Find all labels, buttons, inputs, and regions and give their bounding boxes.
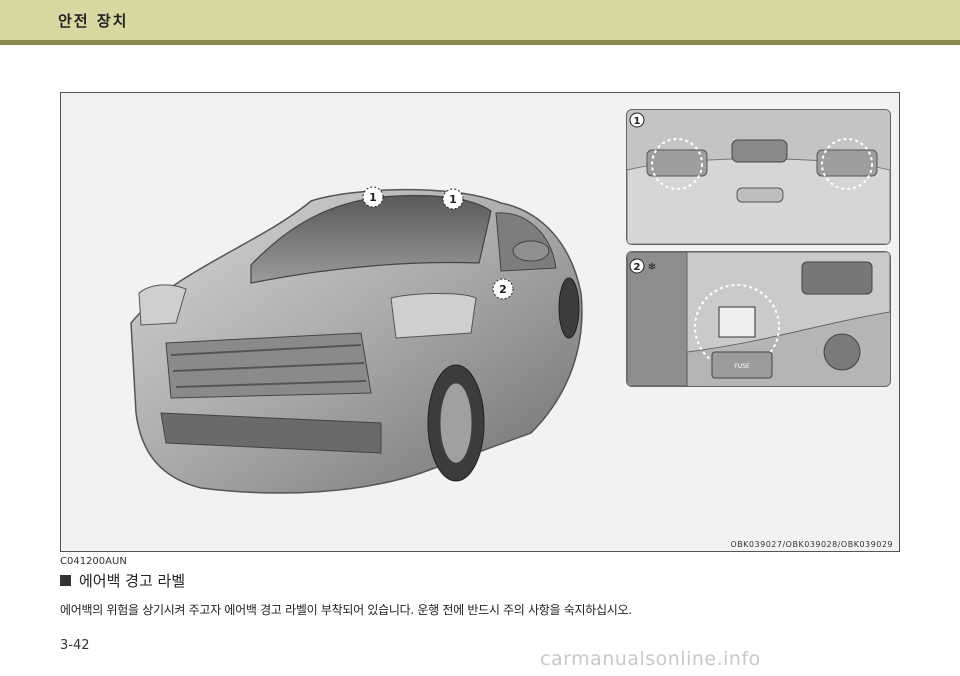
airbag-label-figure: 1 1 2 1 FUSE 2 ❄ OBK039027/OBK039028/OBK…: [60, 92, 900, 552]
dashboard-side-illustration: FUSE 2 ❄: [627, 252, 890, 386]
fuse-label: FUSE: [734, 363, 750, 370]
inset-callout-1: 1: [634, 116, 641, 127]
sunvisor-inset: 1: [626, 109, 891, 245]
header-divider: [0, 40, 960, 45]
inset-callout-2: 2: [634, 262, 641, 273]
section-body: 에어백의 위험을 상기시켜 주고자 에어백 경고 라벨이 부착되어 있습니다. …: [60, 603, 632, 617]
snowflake-icon: ❄: [648, 262, 656, 273]
sunvisor-illustration: 1: [627, 110, 890, 244]
section-code: C041200AUN: [60, 556, 127, 567]
callout-1-windshield-right: 1: [449, 193, 457, 206]
callout-2-door: 2: [499, 283, 507, 296]
dashboard-side-inset: FUSE 2 ❄: [626, 251, 891, 387]
square-bullet-icon: [60, 575, 71, 586]
section-heading-text: 에어백 경고 라벨: [79, 572, 186, 590]
page-number: 3-42: [60, 638, 90, 653]
watermark: carmanualsonline.info: [540, 648, 761, 670]
page-header: 안전 장치: [0, 0, 960, 40]
header-title: 안전 장치: [58, 12, 129, 30]
image-codes: OBK039027/OBK039028/OBK039029: [730, 540, 893, 549]
car-illustration: 1 1 2: [130, 186, 583, 494]
callout-1-windshield-left: 1: [369, 191, 377, 204]
section-heading: 에어백 경고 라벨: [60, 570, 185, 591]
